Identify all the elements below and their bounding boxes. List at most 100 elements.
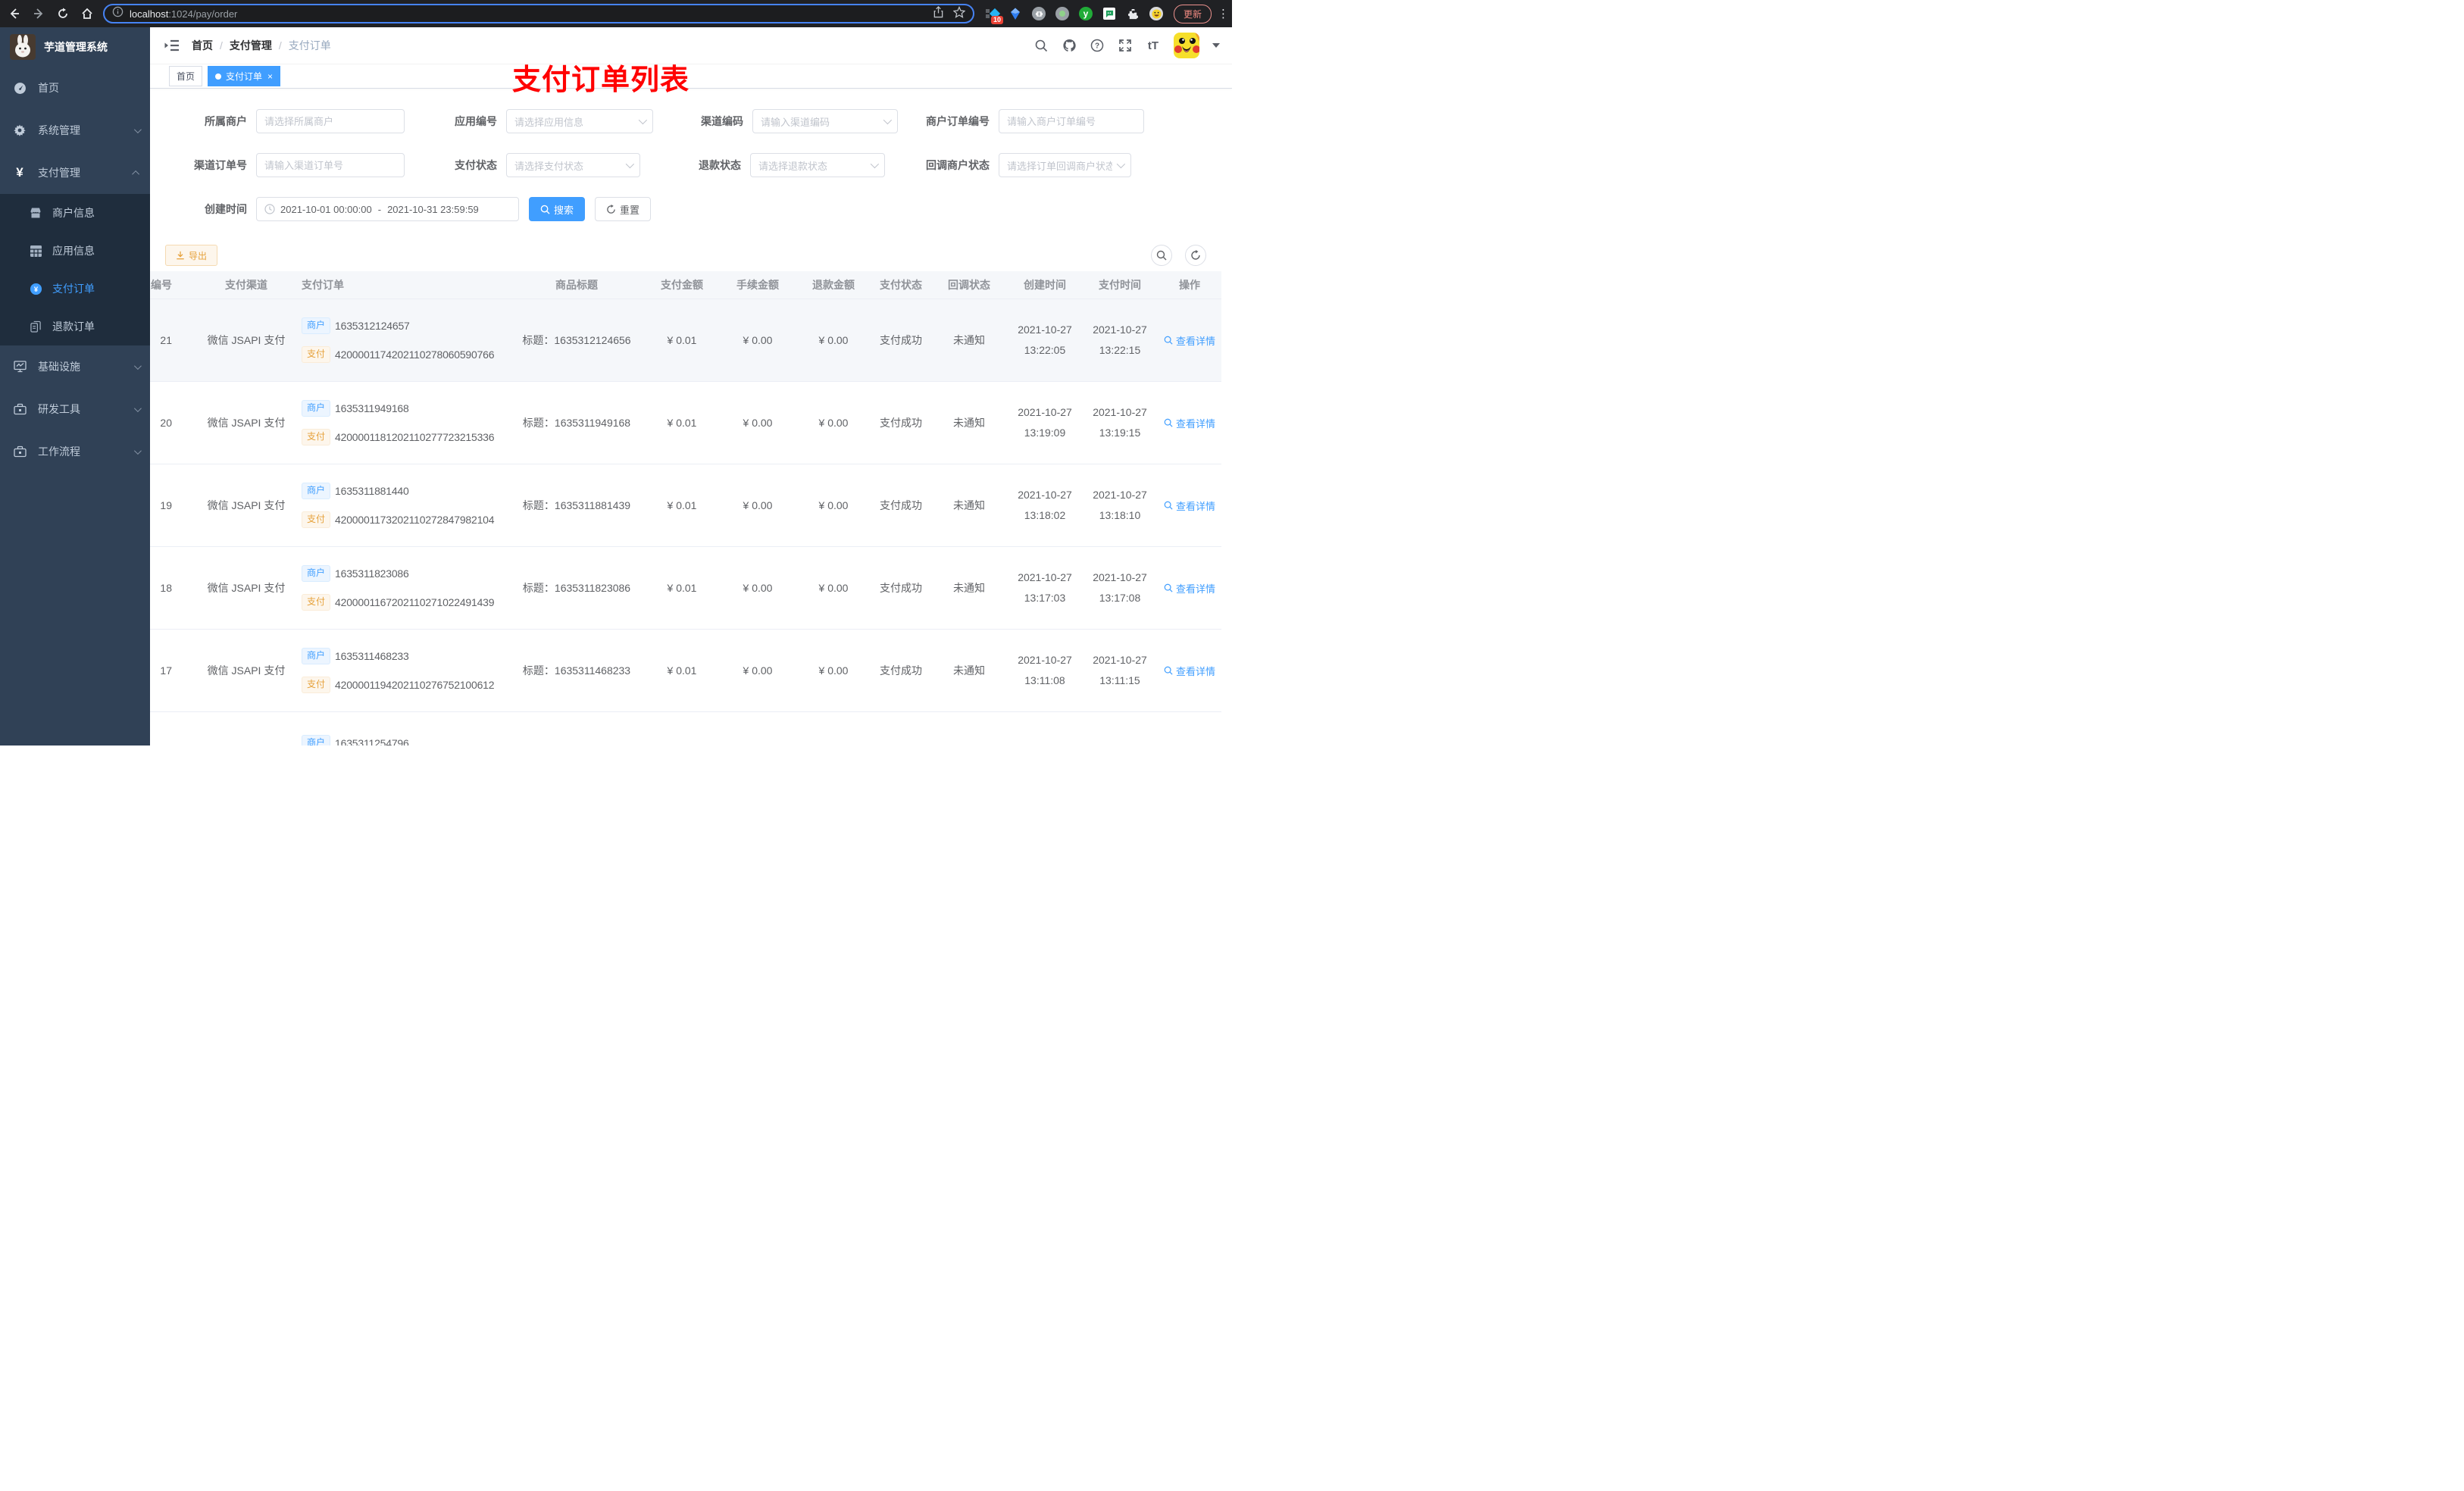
sidebar-item-home[interactable]: 首页 xyxy=(0,67,150,109)
sidebar-item-refund-order[interactable]: 退款订单 xyxy=(0,308,150,345)
yen-circle-icon: ¥ xyxy=(29,282,42,295)
fullscreen-icon[interactable] xyxy=(1118,38,1133,53)
tag-pay-order[interactable]: 支付订单 × xyxy=(208,66,281,86)
table-row[interactable]: 18 微信 JSAPI 支付 商户 1635311823086 支付 4200001… xyxy=(150,547,1221,630)
diamond-extension-icon[interactable]: 10 xyxy=(985,7,1003,24)
active-dot-icon xyxy=(215,73,222,80)
url-bar[interactable]: localhost:1024/pay/order xyxy=(103,4,974,23)
dashboard-icon xyxy=(13,81,27,95)
view-detail-link[interactable]: 查看详情 xyxy=(1164,333,1215,348)
sidebar-item-merchant-info[interactable]: 商户信息 xyxy=(0,194,150,232)
sidebar-item-pay[interactable]: ¥ 支付管理 xyxy=(0,152,150,194)
main-area: 首页 / 支付管理 / 支付订单 支付订单列表 ? tT 首页 支付订单 × 所… xyxy=(150,27,1232,746)
refresh-button[interactable] xyxy=(1185,245,1206,266)
sidebar-item-pay-order[interactable]: ¥ 支付订单 xyxy=(0,270,150,308)
breadcrumb-pay[interactable]: 支付管理 xyxy=(230,38,272,53)
sidebar-logo[interactable]: 芋道管理系统 xyxy=(0,27,150,67)
callback-status-select[interactable]: 请选择订单回调商户状态 xyxy=(999,153,1131,177)
svg-text:?: ? xyxy=(1095,42,1099,51)
breadcrumb-current: 支付订单 xyxy=(288,39,331,52)
dot-extension-icon[interactable] xyxy=(1055,7,1069,20)
logo-avatar xyxy=(10,34,36,60)
view-detail-link[interactable]: 查看详情 xyxy=(1164,664,1215,678)
table-header: 编号 支付渠道 支付订单 商品标题 支付金额 手续金额 退款金额 支付状态 回调… xyxy=(150,271,1221,299)
search-icon[interactable] xyxy=(1033,38,1049,53)
table-row[interactable]: 21 微信 JSAPI 支付 商户 1635312124657 支付 4200001… xyxy=(150,299,1221,382)
extension-icons: 10 y xyxy=(985,7,1163,24)
star-icon[interactable] xyxy=(952,5,966,22)
merchant-order-label: 商户订单编号 xyxy=(926,115,990,127)
merchant-order-input[interactable] xyxy=(999,109,1144,133)
merchant-tag: 商户 xyxy=(302,317,331,334)
date-end[interactable]: 2021-10-31 23:59:59 xyxy=(387,204,479,215)
channel-order-input[interactable] xyxy=(256,153,405,177)
show-search-button[interactable] xyxy=(1151,245,1172,266)
yen-icon: ¥ xyxy=(16,165,23,180)
sidebar-item-workflow[interactable]: 工作流程 xyxy=(0,430,150,473)
font-size-icon[interactable]: tT xyxy=(1146,38,1161,53)
view-detail-link[interactable]: 查看详情 xyxy=(1164,499,1215,513)
puzzle-extension-icon[interactable] xyxy=(1126,7,1140,20)
sidebar-item-dev-tools[interactable]: 研发工具 xyxy=(0,388,150,430)
briefcase-icon xyxy=(13,445,27,458)
table-row[interactable]: 商户 1635311254796 xyxy=(150,712,1221,746)
pay-tag: 支付 xyxy=(302,346,331,363)
toolbox-icon xyxy=(13,402,27,416)
sidebar-item-infra[interactable]: 基础设施 xyxy=(0,345,150,388)
sidebar-item-system[interactable]: 系统管理 xyxy=(0,109,150,152)
refund-status-select[interactable]: 请选择退款状态 xyxy=(750,153,885,177)
date-start[interactable]: 2021-10-01 00:00:00 xyxy=(280,204,372,215)
chat-extension-icon[interactable] xyxy=(1102,7,1116,20)
channel-code-select[interactable]: 请输入渠道编码 xyxy=(752,109,898,133)
pay-status-select[interactable]: 请选择支付状态 xyxy=(506,153,640,177)
back-icon[interactable] xyxy=(6,5,23,22)
page: localhost:1024/pay/order 10 y 更新 ⋮ 芋道管理系… xyxy=(0,0,1232,746)
share-icon[interactable] xyxy=(933,5,944,22)
github-icon[interactable] xyxy=(1062,38,1077,53)
forward-icon[interactable] xyxy=(30,5,47,22)
user-avatar[interactable] xyxy=(1174,33,1199,58)
reload-icon[interactable] xyxy=(55,5,71,22)
table-row[interactable]: 17 微信 JSAPI 支付 商户 1635311468233 支付 4200001… xyxy=(150,630,1221,712)
orders-table: 编号 支付渠道 支付订单 商品标题 支付金额 手续金额 退款金额 支付状态 回调… xyxy=(150,271,1232,746)
gear-icon xyxy=(13,123,27,137)
breadcrumb-home[interactable]: 首页 xyxy=(192,38,213,53)
create-time-label: 创建时间 xyxy=(205,203,247,215)
help-icon[interactable]: ? xyxy=(1090,38,1105,53)
update-button[interactable]: 更新 xyxy=(1174,4,1212,23)
avatar-caret-icon[interactable] xyxy=(1212,43,1220,52)
refund-status-label: 退款状态 xyxy=(699,159,741,171)
grid-icon xyxy=(29,244,42,258)
date-range-picker[interactable]: 2021-10-01 00:00:00 - 2021-10-31 23:59:5… xyxy=(256,197,519,221)
table-toolbar: 导出 xyxy=(150,245,1232,266)
home-icon[interactable] xyxy=(79,5,95,22)
merchant-tag: 商户 xyxy=(302,565,331,582)
browser-nav xyxy=(6,5,95,22)
view-detail-link[interactable]: 查看详情 xyxy=(1164,581,1215,595)
browser-menu-icon[interactable]: ⋮ xyxy=(1218,7,1229,20)
y-extension-icon[interactable]: y xyxy=(1079,7,1093,20)
merchant-input[interactable] xyxy=(256,109,405,133)
merchant-tag: 商户 xyxy=(302,648,331,664)
filter-form: 所属商户 应用编号 请选择应用信息 渠道编码 请输入渠道编码 商户订单编号 渠道… xyxy=(150,89,1232,221)
reset-button[interactable]: 重置 xyxy=(595,197,652,221)
url-text[interactable]: localhost:1024/pay/order xyxy=(130,8,933,20)
clock-icon xyxy=(264,204,275,214)
table-row[interactable]: 20 微信 JSAPI 支付 商户 1635311949168 支付 4200001… xyxy=(150,382,1221,464)
sidebar-item-app-info[interactable]: 应用信息 xyxy=(0,232,150,270)
sidebar: 芋道管理系统 首页 系统管理 ¥ 支付管理 商户信息 应用信息 ¥ 支付订单 退… xyxy=(0,27,150,746)
tag-home[interactable]: 首页 xyxy=(169,66,203,86)
merchant-tag: 商户 xyxy=(302,735,331,746)
app-select[interactable]: 请选择应用信息 xyxy=(506,109,653,133)
close-icon[interactable]: × xyxy=(267,71,273,82)
breadcrumb: 首页 / 支付管理 / 支付订单 xyxy=(192,38,331,53)
hamburger-icon[interactable] xyxy=(164,38,180,53)
export-button[interactable]: 导出 xyxy=(165,245,218,266)
table-row[interactable]: 19 微信 JSAPI 支付 商户 1635311881440 支付 4200001… xyxy=(150,464,1221,547)
emoji-extension-icon[interactable] xyxy=(1149,7,1163,20)
search-button[interactable]: 搜索 xyxy=(529,197,586,221)
balloon-extension-icon[interactable] xyxy=(1008,7,1022,20)
command-extension-icon[interactable] xyxy=(1032,7,1046,20)
view-detail-link[interactable]: 查看详情 xyxy=(1164,416,1215,430)
info-icon[interactable] xyxy=(112,6,124,21)
